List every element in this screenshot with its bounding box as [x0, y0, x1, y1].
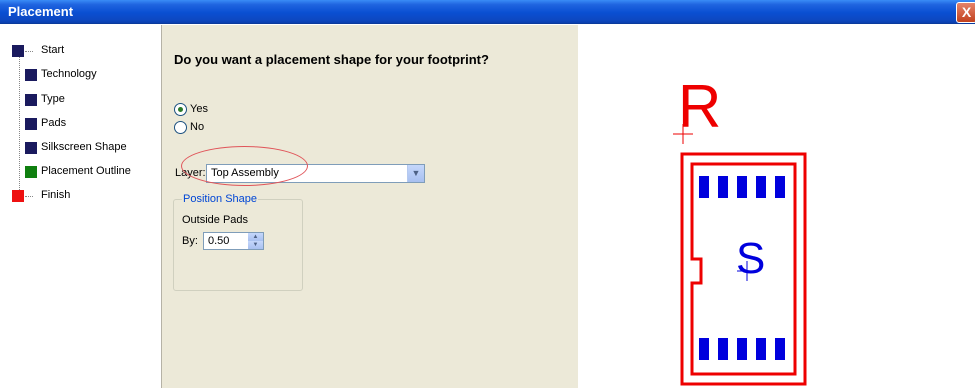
question-text: Do you want a placement shape for your f…	[174, 52, 489, 67]
title-bar: Placement X	[0, 0, 975, 24]
step-label: Start	[41, 44, 65, 56]
top-pads	[699, 176, 785, 198]
ref-designator-text: R	[678, 73, 721, 140]
pad	[699, 338, 709, 360]
wizard-steps-panel: Start Technology Type Pads Silkscreen Sh…	[0, 25, 162, 388]
footprint-drawing: R S	[673, 73, 807, 386]
offset-stepper[interactable]: 0.50 ▲ ▼	[203, 232, 264, 250]
no-label: No	[190, 121, 205, 133]
step-label: Silkscreen Shape	[41, 141, 127, 153]
close-icon: X	[961, 4, 972, 20]
step-status-icon	[25, 118, 37, 130]
step-status-icon	[25, 94, 37, 106]
chevron-down-icon[interactable]: ▼	[407, 165, 424, 182]
pad	[718, 338, 728, 360]
step-label: Finish	[41, 189, 71, 201]
step-label: Placement Outline	[41, 165, 131, 177]
pad	[775, 176, 785, 198]
pad	[737, 338, 747, 360]
by-label: By:	[182, 235, 198, 247]
window-title: Placement	[8, 4, 74, 19]
value-text: S	[736, 234, 765, 283]
radio-selected-icon[interactable]	[174, 103, 187, 116]
bottom-pads	[699, 338, 785, 360]
step-status-icon	[25, 69, 37, 81]
spin-up-icon[interactable]: ▲	[248, 233, 263, 241]
close-button[interactable]: X	[956, 2, 975, 23]
pad	[756, 338, 766, 360]
step-status-icon	[25, 142, 37, 154]
position-shape-group: Position Shape Outside Pads By: 0.50 ▲ ▼	[173, 193, 303, 291]
step-label: Pads	[41, 117, 67, 129]
step-status-icon	[12, 45, 24, 57]
step-label: Technology	[41, 68, 97, 80]
outside-pads-label: Outside Pads	[182, 214, 249, 226]
yes-label: Yes	[190, 103, 208, 115]
tree-connector	[19, 48, 20, 198]
pad	[775, 338, 785, 360]
pad	[718, 176, 728, 198]
pad	[737, 176, 747, 198]
placement-form: Do you want a placement shape for your f…	[162, 25, 578, 388]
radio-unselected-icon[interactable]	[174, 121, 187, 134]
group-title: Position Shape	[182, 193, 258, 205]
pad	[699, 176, 709, 198]
step-status-icon	[25, 166, 37, 178]
spin-down-icon[interactable]: ▼	[248, 241, 263, 249]
step-status-icon	[12, 190, 24, 202]
step-label: Type	[41, 93, 65, 105]
highlight-ellipse	[181, 146, 308, 186]
footprint-preview: R S	[578, 25, 975, 388]
offset-value: 0.50	[208, 235, 230, 247]
pad	[756, 176, 766, 198]
